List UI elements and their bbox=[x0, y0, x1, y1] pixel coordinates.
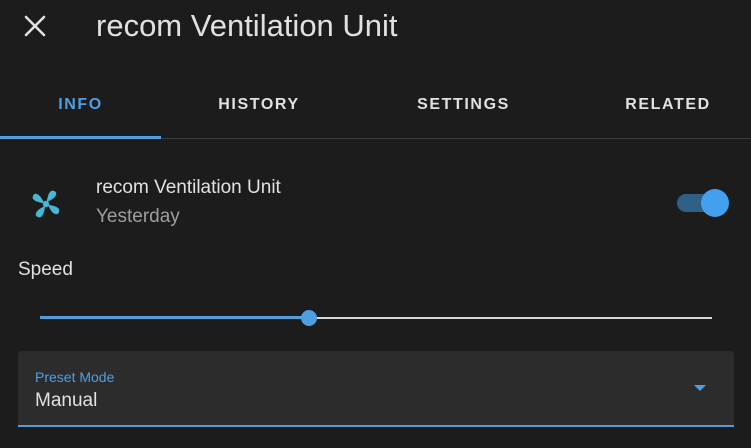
tab-active-indicator bbox=[0, 136, 161, 139]
slider-fill bbox=[40, 316, 309, 319]
entity-name[interactable]: recom Ventilation Unit bbox=[96, 177, 281, 199]
toggle-knob bbox=[701, 189, 729, 217]
speed-label: Speed bbox=[18, 259, 73, 280]
dialog-header: recom Ventilation Unit bbox=[0, 0, 751, 60]
preset-mode-value: Manual bbox=[35, 390, 98, 411]
close-button[interactable] bbox=[18, 9, 52, 43]
tab-related[interactable]: RELATED bbox=[601, 72, 735, 138]
entity-row: recom Ventilation Unit Yesterday bbox=[0, 160, 751, 240]
dropdown-arrow-icon bbox=[694, 385, 706, 391]
tab-settings[interactable]: SETTINGS bbox=[381, 72, 546, 138]
slider-thumb[interactable] bbox=[300, 310, 317, 326]
power-toggle[interactable] bbox=[677, 189, 729, 217]
tab-info[interactable]: INFO bbox=[0, 72, 161, 138]
preset-mode-select[interactable]: Preset Mode Manual bbox=[18, 351, 734, 427]
speed-slider[interactable] bbox=[40, 306, 712, 330]
tab-bar: INFO HISTORY SETTINGS RELATED bbox=[0, 72, 751, 139]
last-changed-time: Yesterday bbox=[96, 206, 180, 227]
preset-mode-label: Preset Mode bbox=[35, 369, 115, 385]
fan-icon[interactable] bbox=[28, 186, 64, 222]
tab-history[interactable]: HISTORY bbox=[178, 72, 340, 138]
more-info-dialog: recom Ventilation Unit INFO HISTORY SETT… bbox=[0, 0, 751, 448]
close-icon bbox=[24, 15, 46, 37]
dialog-title: recom Ventilation Unit bbox=[96, 8, 398, 43]
